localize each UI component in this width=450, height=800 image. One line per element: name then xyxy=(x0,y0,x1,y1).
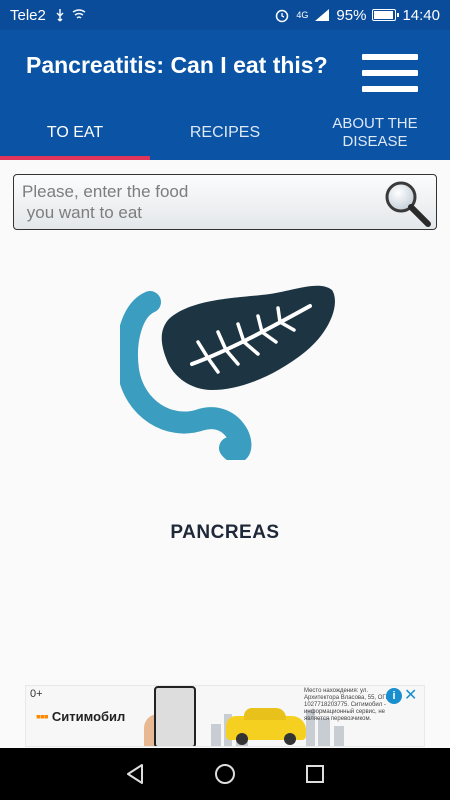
usb-icon xyxy=(56,9,64,22)
network-type: 4G xyxy=(296,9,309,20)
tab-recipes[interactable]: RECIPES xyxy=(150,106,300,160)
app-title: Pancreatitis: Can I eat this? xyxy=(26,52,328,78)
close-icon[interactable]: ✕ xyxy=(404,687,420,705)
ad-age-rating: 0+ xyxy=(30,688,43,700)
back-icon[interactable] xyxy=(122,761,148,787)
battery-percent: 95% xyxy=(336,6,367,24)
hamburger-icon[interactable] xyxy=(362,54,418,92)
signal-icon xyxy=(315,9,330,21)
carrier-name: Tele2 xyxy=(10,6,46,24)
notification-icons xyxy=(54,8,86,22)
logo-caption: PANCREAS xyxy=(170,522,280,543)
ad-banner[interactable]: 0+ ▪▪▪ Ситимобил Место нахождения: ул. А… xyxy=(25,685,425,747)
tab-bar: TO EAT RECIPES ABOUT THE DISEASE xyxy=(0,106,450,160)
status-right: 4G 95% 14:40 xyxy=(274,7,440,24)
alarm-icon xyxy=(276,9,289,23)
ad-brand-name: Ситимобил xyxy=(51,708,126,724)
cast-icon xyxy=(72,9,86,19)
taxi-car-image xyxy=(226,708,306,745)
navigation-bar xyxy=(0,748,450,800)
home-icon[interactable] xyxy=(212,761,238,787)
info-icon[interactable]: i xyxy=(386,688,402,704)
magnifier-icon[interactable] xyxy=(382,178,432,228)
ad-fine-print: Место нахождения: ул. Архитектора Власов… xyxy=(304,688,394,722)
ad-brand: ▪▪▪ Ситимобил xyxy=(36,708,125,724)
phone-image xyxy=(154,686,196,746)
app-bar: Pancreatitis: Can I eat this? TO EAT REC… xyxy=(0,30,450,160)
status-bar: Tele2 4G 95% 14:40 xyxy=(0,0,450,30)
tab-to-eat[interactable]: TO EAT xyxy=(0,106,150,160)
pancreas-icon xyxy=(120,285,335,460)
brand-logo-icon: ▪▪▪ xyxy=(36,708,49,724)
recents-icon[interactable] xyxy=(302,761,328,787)
search-input[interactable] xyxy=(22,181,372,225)
tab-about-the-disease[interactable]: ABOUT THE DISEASE xyxy=(300,106,450,160)
search-box xyxy=(13,174,437,230)
clock: 14:40 xyxy=(402,6,440,24)
battery-icon xyxy=(372,9,400,21)
